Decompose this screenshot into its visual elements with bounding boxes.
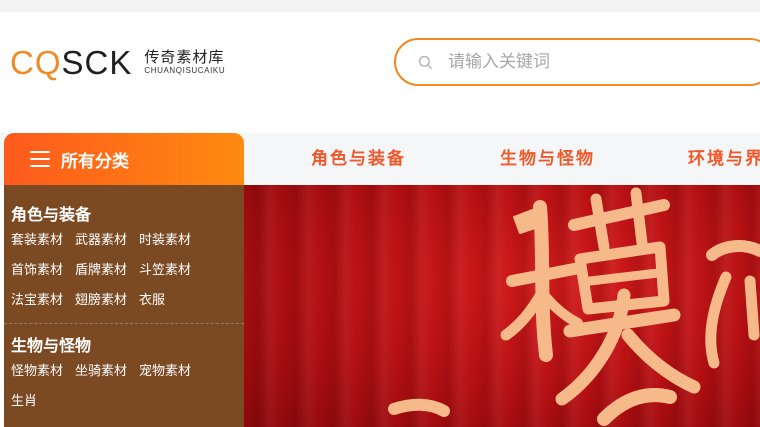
category-link[interactable]: 衣服 — [139, 286, 165, 316]
category-link[interactable]: 法宝素材 — [11, 286, 63, 316]
nav-item-creatures-monsters[interactable]: 生物与怪物 — [500, 133, 595, 185]
all-categories-label: 所有分类 — [61, 151, 129, 172]
category-link[interactable]: 怪物素材 — [11, 357, 63, 387]
category-link[interactable]: 斗笠素材 — [139, 256, 191, 286]
all-categories-button[interactable]: 所有分类 — [4, 133, 244, 185]
search-box[interactable] — [394, 38, 760, 86]
main-nav: 所有分类 角色与装备 生物与怪物 环境与界 — [0, 133, 760, 185]
category-link[interactable]: 生肖 — [11, 387, 37, 417]
category-link[interactable]: 首饰素材 — [11, 256, 63, 286]
category-link[interactable]: 套装素材 — [11, 226, 63, 256]
category-link[interactable]: 盾牌素材 — [75, 256, 127, 286]
logo-name-cn: 传奇素材库 — [144, 48, 225, 66]
site-header: CQSCK 传奇素材库 CHUANQISUCAIKU — [0, 12, 760, 133]
logo-mark-dark: SCK — [61, 43, 133, 81]
category-link[interactable]: 坐骑素材 — [75, 357, 127, 387]
category-title[interactable]: 生物与怪物 — [11, 335, 244, 357]
nav-item-environment[interactable]: 环境与界 — [688, 133, 760, 185]
category-link[interactable]: 宠物素材 — [139, 357, 191, 387]
banner-calligraphy — [388, 187, 760, 426]
logo-mark-orange: CQ — [10, 43, 62, 81]
nav-item-roles-equipment[interactable]: 角色与装备 — [311, 133, 406, 185]
category-link[interactable]: 武器素材 — [75, 226, 127, 256]
category-group-creatures: 生物与怪物 怪物素材 坐骑素材 宠物素材 生肖 — [4, 335, 244, 417]
category-links: 套装素材 武器素材 时装素材 首饰素材 盾牌素材 斗笠素材 法宝素材 翅膀素材 … — [11, 226, 231, 316]
category-group-roles: 角色与装备 套装素材 武器素材 时装素材 首饰素材 盾牌素材 斗笠素材 法宝素材… — [4, 204, 244, 316]
menu-icon — [30, 151, 50, 167]
hero-banner[interactable] — [244, 185, 760, 427]
search-icon[interactable] — [416, 53, 434, 71]
category-title[interactable]: 角色与装备 — [11, 204, 244, 226]
category-divider — [4, 323, 244, 324]
site-logo[interactable]: CQSCK 传奇素材库 CHUANQISUCAIKU — [10, 42, 225, 82]
category-link[interactable]: 翅膀素材 — [75, 286, 127, 316]
logo-name-en: CHUANQISUCAIKU — [144, 66, 226, 75]
category-panel: 角色与装备 套装素材 武器素材 时装素材 首饰素材 盾牌素材 斗笠素材 法宝素材… — [4, 185, 244, 427]
logo-mark: CQSCK — [10, 46, 132, 79]
category-links: 怪物素材 坐骑素材 宠物素材 生肖 — [11, 357, 231, 417]
search-input[interactable] — [448, 52, 728, 72]
logo-text: 传奇素材库 CHUANQISUCAIKU — [144, 48, 225, 76]
category-link[interactable]: 时装素材 — [139, 226, 191, 256]
top-strip — [0, 0, 760, 12]
